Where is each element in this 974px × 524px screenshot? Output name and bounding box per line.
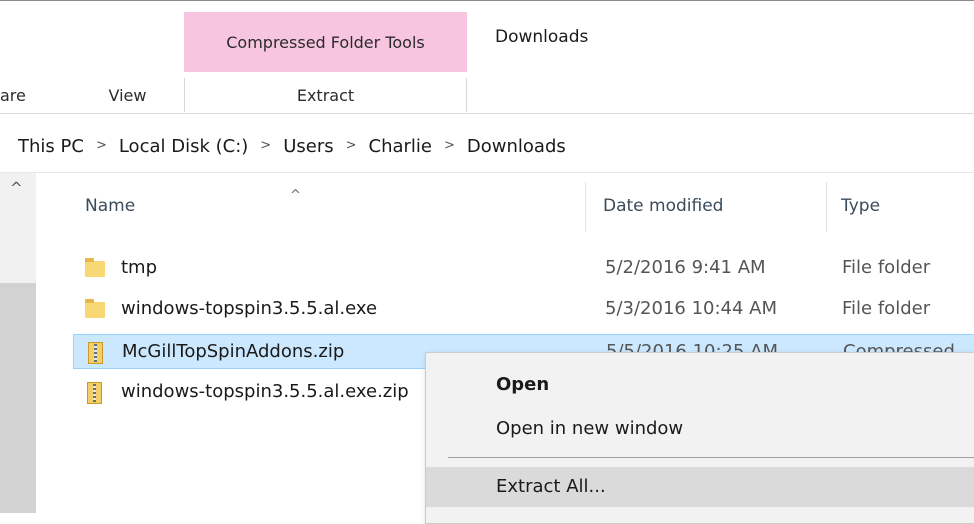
file-type: File folder [842,298,931,319]
zip-icon [85,382,105,404]
tab-share-label: are [0,85,26,105]
menu-item-label: Open in new window [496,418,684,439]
breadcrumb-charlie[interactable]: Charlie [369,136,432,157]
tab-extract-label: Extract [296,85,355,105]
folder-icon [85,299,105,321]
menu-item-open[interactable]: Open [426,365,974,405]
file-name: windows-topspin3.5.5.al.exe [121,298,378,319]
scroll-up-icon[interactable]: ^ [10,179,23,197]
breadcrumb-downloads[interactable]: Downloads [467,136,566,157]
sort-ascending-icon: ^ [290,188,301,203]
tab-view[interactable]: View [85,78,170,112]
nav-pane-scrollbar[interactable]: ^ [0,173,36,513]
menu-item-extract-all[interactable]: Extract All... [426,467,974,507]
column-header-date[interactable]: Date modified [603,196,723,216]
tab-divider [466,78,467,112]
file-row[interactable]: tmp 5/2/2016 9:41 AM File folder [73,251,974,286]
breadcrumb-local-disk[interactable]: Local Disk (C:) [119,136,248,157]
tab-share[interactable]: are [0,78,46,112]
column-header-name[interactable]: Name [85,196,135,216]
tab-divider [184,78,185,112]
breadcrumb: This PC > Local Disk (C:) > Users > Char… [18,131,566,161]
file-type: File folder [842,257,931,278]
menu-item-open-new-window[interactable]: Open in new window [426,409,974,449]
chevron-right-icon[interactable]: > [96,138,107,153]
context-tab-label: Compressed Folder Tools [226,32,425,52]
file-name: windows-topspin3.5.5.al.exe.zip [121,381,409,402]
context-menu: Open Open in new window Extract All... [425,352,974,524]
window-top-border [0,0,974,1]
window-title: Downloads [495,27,589,47]
file-date: 5/2/2016 9:41 AM [605,257,766,278]
chevron-right-icon[interactable]: > [260,138,271,153]
column-header-type[interactable]: Type [841,196,880,216]
menu-separator [448,457,974,458]
address-divider [0,172,974,173]
scrollbar-thumb[interactable] [0,283,36,513]
folder-icon [85,258,105,280]
menu-item-label: Extract All... [496,476,606,497]
column-divider[interactable] [585,182,586,232]
breadcrumb-this-pc[interactable]: This PC [18,136,84,157]
breadcrumb-users[interactable]: Users [283,136,333,157]
menu-item-label: Open [496,374,550,395]
zip-icon [86,342,106,364]
compressed-folder-tools-header: Compressed Folder Tools [184,12,467,72]
chevron-right-icon[interactable]: > [346,138,357,153]
file-name: tmp [121,257,158,278]
ribbon-divider [0,113,974,114]
tab-extract[interactable]: Extract [185,78,466,112]
file-name: McGillTopSpinAddons.zip [122,341,345,362]
column-divider[interactable] [826,182,827,232]
chevron-right-icon[interactable]: > [444,138,455,153]
file-row[interactable]: windows-topspin3.5.5.al.exe 5/3/2016 10:… [73,292,974,327]
file-date: 5/3/2016 10:44 AM [605,298,778,319]
tab-view-label: View [108,85,147,105]
